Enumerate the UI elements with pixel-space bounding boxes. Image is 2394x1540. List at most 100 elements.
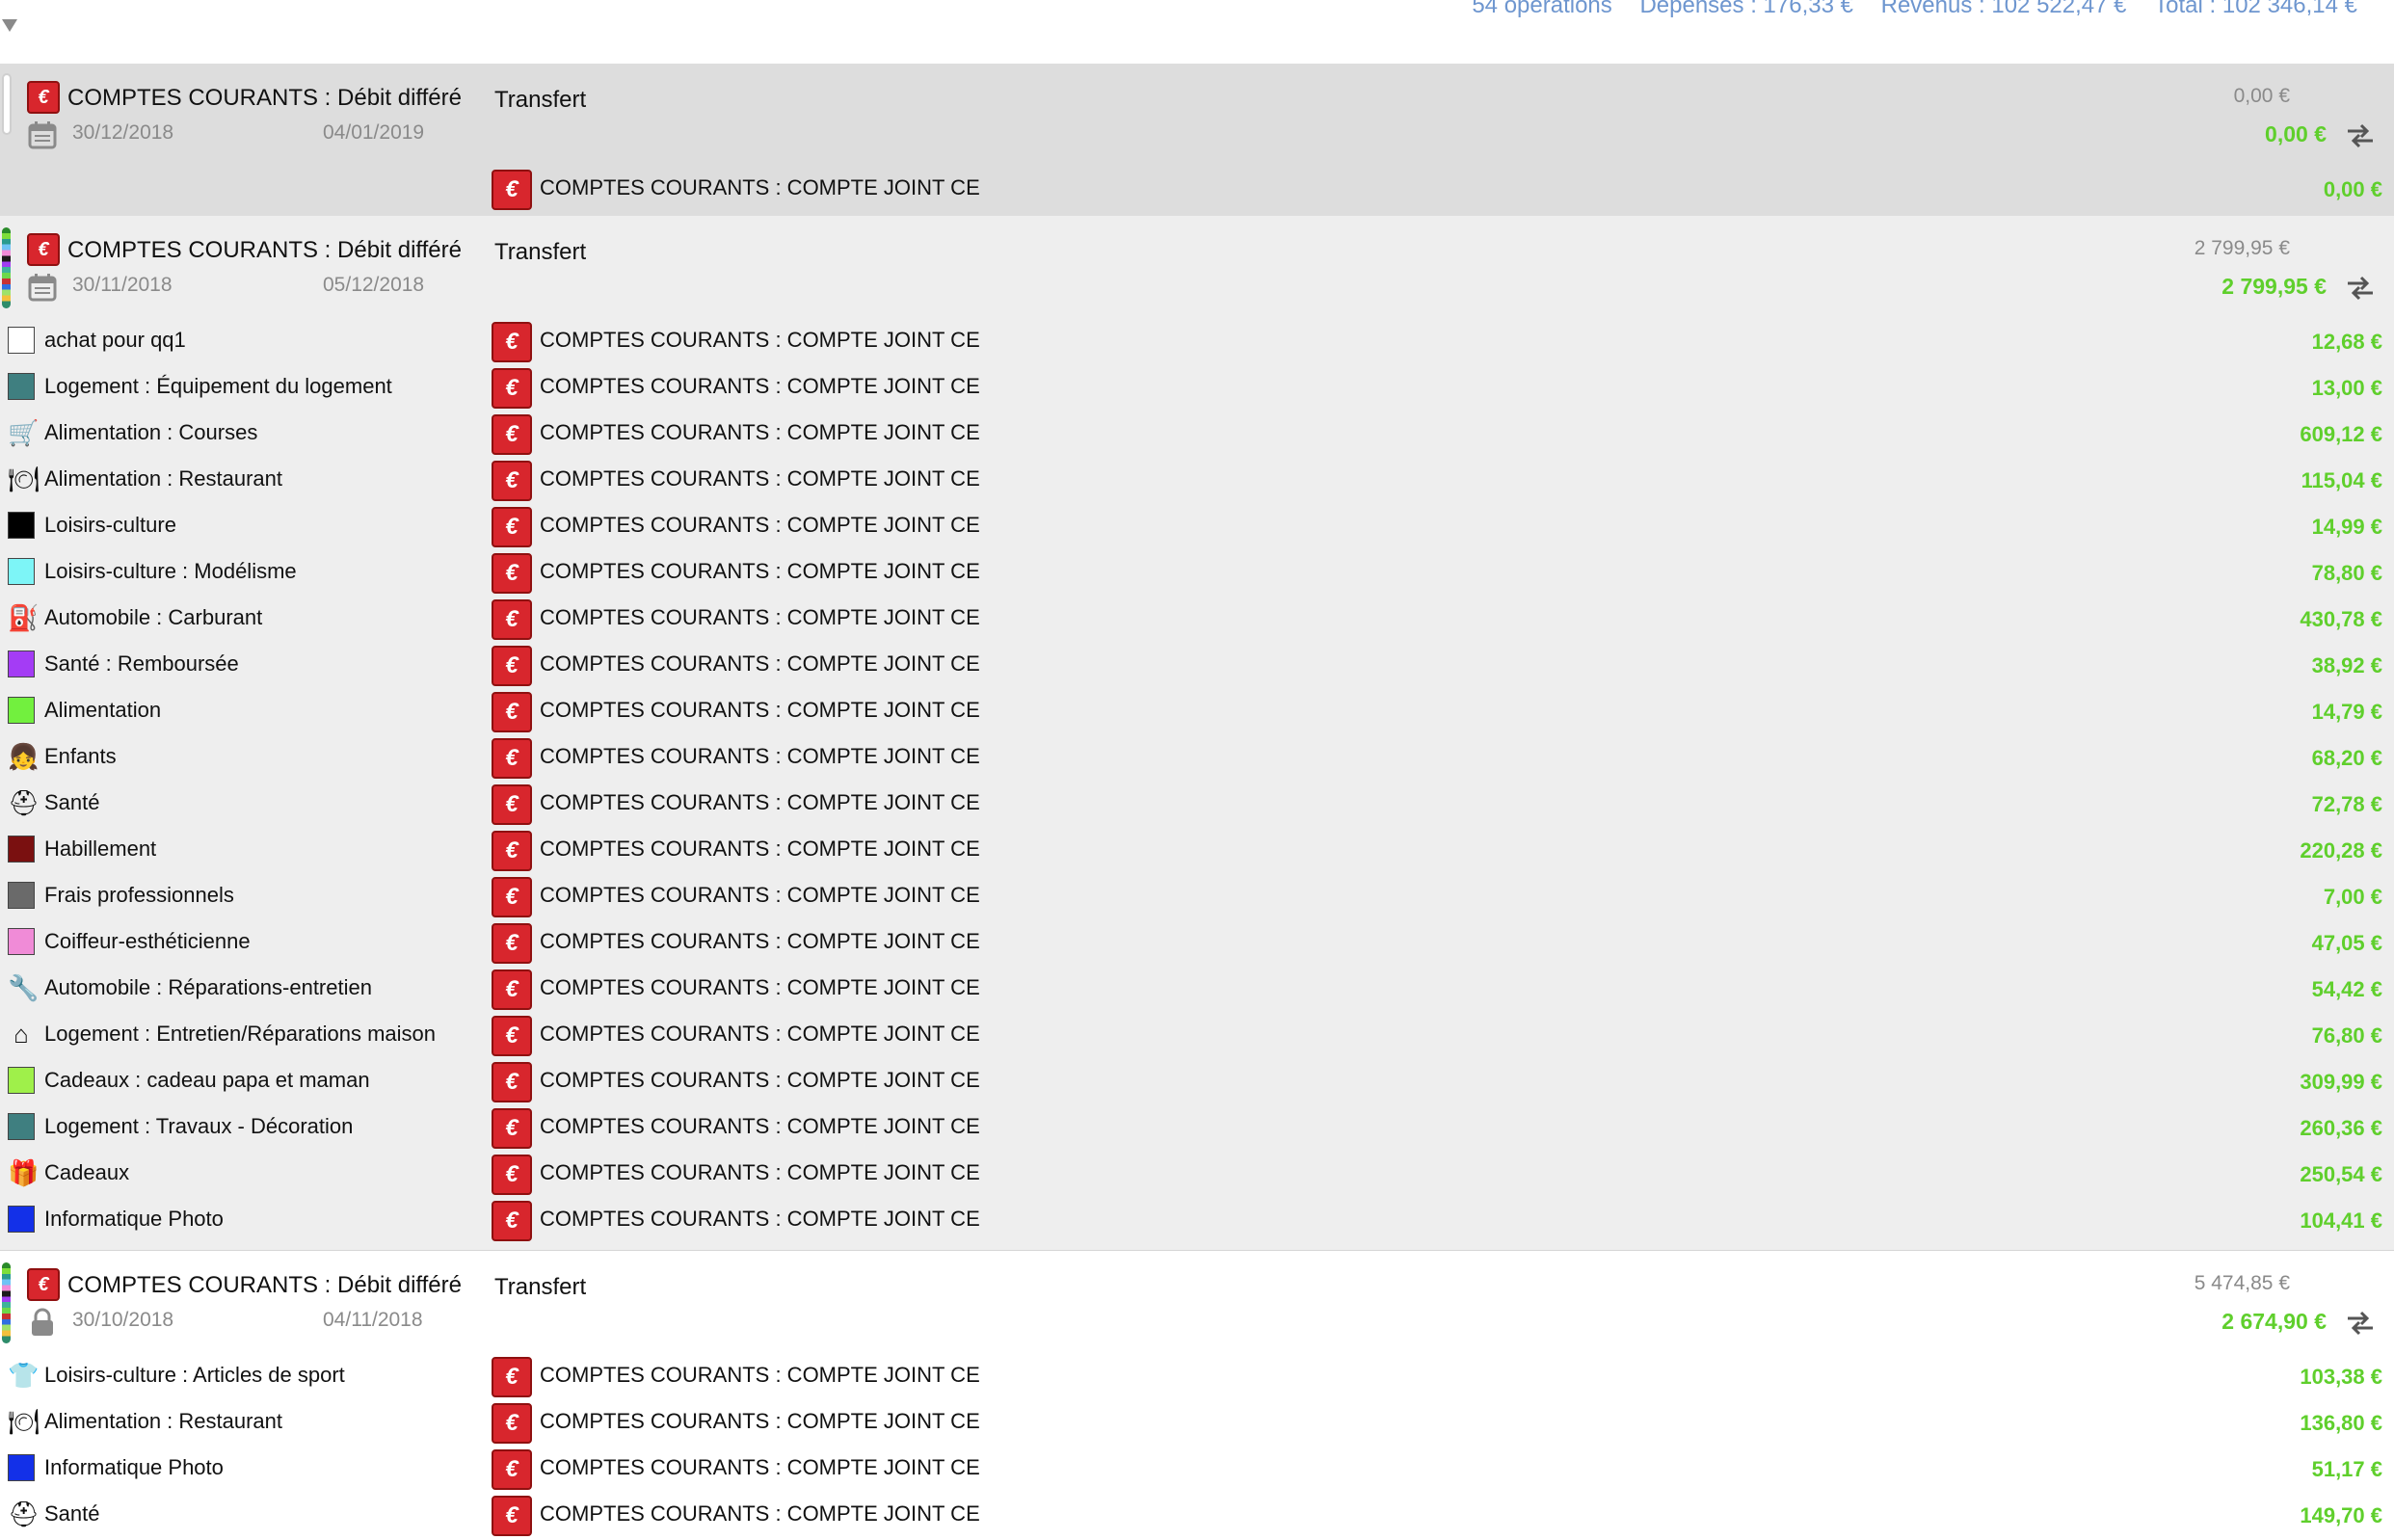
category-label: Habillement — [44, 836, 157, 861]
split-row[interactable]: Coiffeur-esthéticienne € COMPTES COURANTS … — [0, 917, 2394, 964]
transaction-group: € COMPTES COURANTS : Débit différé Transfe… — [0, 216, 2394, 1251]
sport-shirt-icon: 👕 — [8, 1361, 40, 1390]
bank-logo-icon: € — [492, 368, 532, 409]
split-row[interactable]: achat pour qq1 € COMPTES COURANTS : COMPTE… — [0, 316, 2394, 362]
transaction-type: Transfert — [494, 1274, 587, 1300]
split-amount: 14,99 € — [2311, 515, 2382, 539]
split-row[interactable]: Logement : Équipement du logement € COMPTE… — [0, 362, 2394, 409]
split-row[interactable]: 👕 Loisirs-culture : Articles de sport € COM… — [0, 1351, 2394, 1397]
teal-swatch — [8, 1113, 35, 1140]
split-row[interactable]: Santé : Remboursée € COMPTES COURANTS : CO… — [0, 640, 2394, 686]
split-row[interactable]: Frais professionnels € COMPTES COURANTS : … — [0, 871, 2394, 917]
net-amount: 0,00 € — [2265, 121, 2327, 146]
account-name: COMPTES COURANTS : Débit différé — [67, 237, 462, 263]
category-label: Logement : Équipement du logement — [44, 374, 392, 398]
split-row[interactable]: ⛑ Santé € COMPTES COURANTS : COMPTE JOINT C… — [0, 1490, 2394, 1536]
split-row[interactable]: Logement : Travaux - Décoration € COMPTES … — [0, 1102, 2394, 1149]
transaction-type: Transfert — [494, 239, 587, 265]
split-account: COMPTES COURANTS : COMPTE JOINT CE — [540, 1160, 980, 1184]
split-account: COMPTES COURANTS : COMPTE JOINT CE — [540, 175, 980, 199]
split-row[interactable]: ⛑ Santé € COMPTES COURANTS : COMPTE JOINT C… — [0, 779, 2394, 825]
category-label: Cadeaux : cadeau papa et maman — [44, 1068, 370, 1092]
house-repair-icon: ⌂ — [13, 1020, 29, 1049]
category-label: Santé — [44, 1501, 100, 1526]
split-row[interactable]: ⛽ Automobile : Carburant € COMPTES COURANTS… — [0, 594, 2394, 640]
split-account: COMPTES COURANTS : COMPTE JOINT CE — [540, 1363, 980, 1387]
bank-logo-icon: € — [27, 1268, 60, 1301]
value-date: 04/01/2019 — [323, 121, 425, 144]
transaction-header[interactable]: € COMPTES COURANTS : Débit différé Transfe… — [0, 1251, 2394, 1343]
split-row[interactable]: 🍽 Alimentation : Restaurant € COMPTES COURA… — [0, 1397, 2394, 1444]
split-amount: 51,17 € — [2311, 1457, 2382, 1481]
split-row[interactable]: 👧 Enfants € COMPTES COURANTS : COMPTE JOINT… — [0, 732, 2394, 779]
bank-logo-icon: € — [492, 322, 532, 362]
split-account: COMPTES COURANTS : COMPTE JOINT CE — [540, 559, 980, 583]
account-name: COMPTES COURANTS : Débit différé — [67, 1272, 462, 1298]
category-label: Alimentation : Restaurant — [44, 1409, 283, 1433]
cyan-swatch — [8, 558, 35, 585]
split-account: COMPTES COURANTS : COMPTE JOINT CE — [540, 1501, 980, 1526]
split-row[interactable]: 🔧 Automobile : Réparations-entretien € COMP… — [0, 964, 2394, 1010]
transaction-header[interactable]: € COMPTES COURANTS : Débit différé Transfe… — [0, 64, 2394, 156]
split-row[interactable]: Loisirs-culture : Modélisme € COMPTES COUR… — [0, 547, 2394, 594]
summary-stats: 54 opérations Dépenses : 176,33 € Revenu… — [1450, 0, 2357, 19]
split-account: COMPTES COURANTS : COMPTE JOINT CE — [540, 929, 980, 953]
split-row[interactable]: Loisirs-culture € COMPTES COURANTS : COMPT… — [0, 501, 2394, 547]
transfer-arrows-icon[interactable] — [2344, 274, 2377, 303]
transfer-arrows-icon[interactable] — [2344, 1309, 2377, 1338]
split-account: COMPTES COURANTS : COMPTE JOINT CE — [540, 328, 980, 352]
split-amount: 47,05 € — [2311, 931, 2382, 955]
purple-swatch — [8, 651, 35, 677]
split-account: COMPTES COURANTS : COMPTE JOINT CE — [540, 883, 980, 907]
split-row[interactable]: Cadeaux : cadeau papa et maman € COMPTES C… — [0, 1056, 2394, 1102]
split-row[interactable]: 🛒 Alimentation : Courses € COMPTES COURANTS… — [0, 409, 2394, 455]
category-label: Loisirs-culture : Articles de sport — [44, 1363, 345, 1387]
split-amount: 12,68 € — [2311, 330, 2382, 354]
split-account: COMPTES COURANTS : COMPTE JOINT CE — [540, 466, 980, 491]
split-amount: 13,00 € — [2311, 376, 2382, 400]
shopping-cart-icon: 🛒 — [8, 418, 40, 447]
split-account: COMPTES COURANTS : COMPTE JOINT CE — [540, 975, 980, 999]
split-account: COMPTES COURANTS : COMPTE JOINT CE — [540, 790, 980, 814]
category-label: achat pour qq1 — [44, 328, 186, 352]
calendar-icon — [27, 272, 58, 303]
split-row[interactable]: Habillement € COMPTES COURANTS : COMPTE JO… — [0, 825, 2394, 871]
split-amount: 104,41 € — [2300, 1208, 2382, 1233]
split-amount: 76,80 € — [2311, 1023, 2382, 1048]
split-account: COMPTES COURANTS : COMPTE JOINT CE — [540, 1022, 980, 1046]
bank-logo-icon: € — [492, 923, 532, 964]
collapse-triangle-icon[interactable] — [2, 19, 17, 32]
split-row[interactable]: 🍽 Alimentation : Restaurant € COMPTES COURA… — [0, 455, 2394, 501]
bank-logo-icon: € — [492, 599, 532, 640]
category-label: Alimentation : Courses — [44, 420, 258, 444]
net-amount: 2 799,95 € — [2221, 274, 2327, 299]
split-amount: 136,80 € — [2300, 1411, 2382, 1435]
split-account: COMPTES COURANTS : COMPTE JOINT CE — [540, 513, 980, 537]
transaction-group: € COMPTES COURANTS : Débit différé Transfe… — [0, 1251, 2394, 1540]
bank-logo-icon: € — [492, 738, 532, 779]
category-label: Alimentation : Restaurant — [44, 466, 283, 491]
bank-logo-icon: € — [492, 1403, 532, 1444]
category-label: Logement : Entretien/Réparations maison — [44, 1022, 437, 1046]
bank-logo-icon: € — [492, 969, 532, 1010]
transaction-header[interactable]: € COMPTES COURANTS : Débit différé Transfe… — [0, 216, 2394, 308]
split-row[interactable]: Informatique Photo € COMPTES COURANTS : CO… — [0, 1195, 2394, 1241]
income-total: Revenus : 102 522,47 € — [1880, 0, 2127, 18]
split-row[interactable]: Alimentation € COMPTES COURANTS : COMPTE J… — [0, 686, 2394, 732]
black-swatch — [8, 512, 35, 539]
split-row[interactable]: ⌂ Logement : Entretien/Réparations maison… — [0, 1010, 2394, 1056]
transfer-arrows-icon[interactable] — [2344, 121, 2377, 150]
expenses-total: Dépenses : 176,33 € — [1639, 0, 1853, 18]
white-swatch — [8, 327, 35, 354]
split-amount: 430,78 € — [2300, 607, 2382, 631]
split-account: COMPTES COURANTS : COMPTE JOINT CE — [540, 698, 980, 722]
split-amount: 0,00 € — [2323, 177, 2382, 201]
category-label: Loisirs-culture — [44, 513, 176, 537]
split-account: COMPTES COURANTS : COMPTE JOINT CE — [540, 1455, 980, 1479]
lime-swatch — [8, 1067, 35, 1094]
split-row[interactable]: 🎁 Cadeaux € COMPTES COURANTS : COMPTE JOINT… — [0, 1149, 2394, 1195]
split-row[interactable]: € COMPTES COURANTS : COMPTE JOINT CE 0,00 … — [0, 164, 2394, 210]
category-label: Automobile : Carburant — [44, 605, 263, 629]
grand-total: Total : 102 346,14 € — [2154, 0, 2357, 18]
split-row[interactable]: Informatique Photo € COMPTES COURANTS : CO… — [0, 1444, 2394, 1490]
